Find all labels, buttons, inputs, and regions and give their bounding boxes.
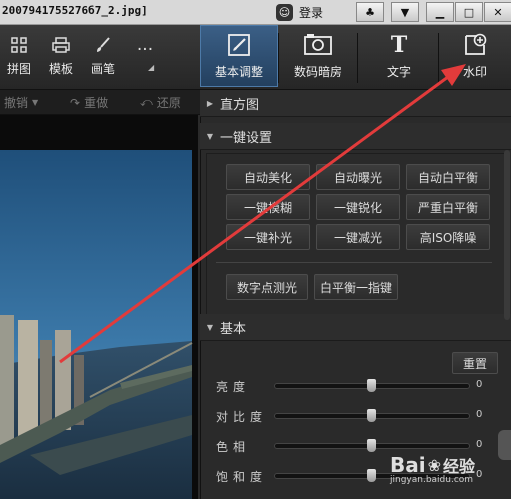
skin-icon[interactable]: ♣ (356, 2, 384, 22)
redo-icon: ↷ (70, 95, 81, 110)
restore-icon: ⤺ (140, 95, 153, 109)
divider (216, 262, 492, 263)
brush-tool[interactable]: 画笔 (86, 25, 120, 89)
undo-label: 撤销 (4, 96, 29, 110)
collapsed-triangle-icon: ▶ (206, 98, 214, 108)
menu-icon[interactable]: ▼ (391, 2, 419, 22)
watermark-brand: Bai (390, 453, 426, 477)
undo-dropdown-icon: ▼ (32, 98, 39, 107)
expand-triangle-icon: ◢ (148, 63, 155, 72)
history-bar: 撤销 ▼ ↷ 重做 ⤺ 还原 (0, 90, 200, 115)
section-title: 直方图 (220, 97, 260, 113)
spot-metering-button[interactable]: 数字点测光 (226, 274, 308, 300)
oneclick-section-header[interactable]: ▼ 一键设置 (200, 123, 511, 150)
restore-button[interactable]: ⤺ 还原 (140, 94, 181, 111)
template-tool[interactable]: 模板 (44, 25, 78, 89)
white-balance-picker-button[interactable]: 白平衡一指键 (314, 274, 398, 300)
toolbar-divider (357, 33, 358, 83)
expanded-triangle-icon: ▼ (206, 322, 214, 332)
watermark-url: jingyan.baidu.com (390, 475, 474, 485)
tab-label: 数码暗房 (293, 64, 342, 79)
scroll-handle[interactable] (498, 430, 511, 460)
section-title: 一键设置 (220, 130, 273, 146)
photo-canvas[interactable] (0, 115, 198, 499)
panel-scrollbar[interactable] (504, 150, 510, 320)
baidu-jingyan-watermark: Bai ❀ 经验 jingyan.baidu.com (390, 453, 475, 485)
high-iso-denoise-button[interactable]: 高ISO降噪 (406, 224, 490, 250)
tab-digital-darkroom[interactable]: 数码暗房 (279, 25, 357, 87)
window-title: 2007941755276б7_2.jpg] (2, 4, 148, 17)
slider-label: 色相 (216, 440, 251, 454)
camera-icon (304, 33, 332, 57)
printer-icon (52, 37, 70, 55)
tool-label: 模板 (48, 62, 73, 76)
redo-button[interactable]: ↷ 重做 (70, 94, 108, 111)
redo-label: 重做 (84, 96, 109, 110)
basic-section-header[interactable]: ▼ 基本 (200, 314, 511, 341)
reduce-light-button[interactable]: 一键减光 (316, 224, 400, 250)
brush-icon (95, 37, 111, 55)
brightness-thumb[interactable] (367, 379, 376, 392)
auto-beautify-button[interactable]: 自动美化 (226, 164, 310, 190)
restore-label: 还原 (156, 96, 181, 110)
fill-light-button[interactable]: 一键补光 (226, 224, 310, 250)
auto-white-balance-button[interactable]: 自动白平衡 (406, 164, 490, 190)
slider-value: 0 (476, 379, 483, 390)
tab-basic-adjust[interactable]: 基本调整 (200, 25, 278, 87)
contrast-thumb[interactable] (367, 409, 376, 422)
slider-label: 亮度 (216, 380, 251, 394)
slider-value: 0 (476, 439, 483, 450)
maximize-icon[interactable]: □ (455, 2, 483, 22)
paw-icon: ❀ (427, 455, 442, 475)
adjust-icon (227, 33, 251, 57)
login-button[interactable]: ☺ 登录 (276, 2, 323, 22)
main-toolbar: 拼图 模板 画笔 ··· ◢ 基本调整 数码暗房 T 文字 水印 (0, 25, 511, 90)
watermark-add-icon (463, 33, 487, 57)
histogram-section-header[interactable]: ▶ 直方图 (200, 90, 511, 117)
tool-label: 画笔 (90, 62, 115, 76)
expanded-triangle-icon: ▼ (206, 131, 214, 141)
section-title: 基本 (220, 321, 247, 337)
watermark-brand-cn: 经验 (443, 457, 476, 476)
slider-value: 0 (476, 409, 483, 420)
tool-label: 拼图 (6, 62, 31, 76)
slider-value: 0 (476, 469, 483, 480)
one-click-sharpen-button[interactable]: 一键锐化 (316, 194, 400, 220)
reset-button[interactable]: 重置 (452, 352, 498, 374)
more-tools-button[interactable]: ··· ◢ (128, 25, 162, 89)
login-label: 登录 (299, 5, 324, 20)
slider-label: 对比度 (216, 410, 268, 424)
tab-label: 水印 (462, 64, 487, 79)
tab-label: 文字 (386, 64, 411, 79)
slider-label: 饱和度 (216, 470, 268, 484)
one-click-blur-button[interactable]: 一键模糊 (226, 194, 310, 220)
undo-button[interactable]: 撤销 ▼ (4, 94, 38, 111)
tab-label: 基本调整 (214, 64, 263, 79)
strict-white-balance-button[interactable]: 严重白平衡 (406, 194, 490, 220)
tab-watermark[interactable]: 水印 (439, 25, 511, 87)
close-icon[interactable]: ✕ (484, 2, 511, 22)
hue-thumb[interactable] (367, 439, 376, 452)
saturation-thumb[interactable] (367, 469, 376, 482)
text-icon: T (390, 31, 408, 58)
grid-icon (11, 37, 27, 55)
minimize-icon[interactable]: ▁ (426, 2, 454, 22)
auto-exposure-button[interactable]: 自动曝光 (316, 164, 400, 190)
collage-tool[interactable]: 拼图 (2, 25, 36, 89)
title-bar: 2007941755276б7_2.jpg] ☺ 登录 ♣ ▼ ▁ □ ✕ (0, 0, 511, 25)
smile-face-icon: ☺ (276, 3, 293, 21)
more-icon: ··· (136, 40, 154, 60)
tab-text[interactable]: T 文字 (360, 25, 438, 87)
